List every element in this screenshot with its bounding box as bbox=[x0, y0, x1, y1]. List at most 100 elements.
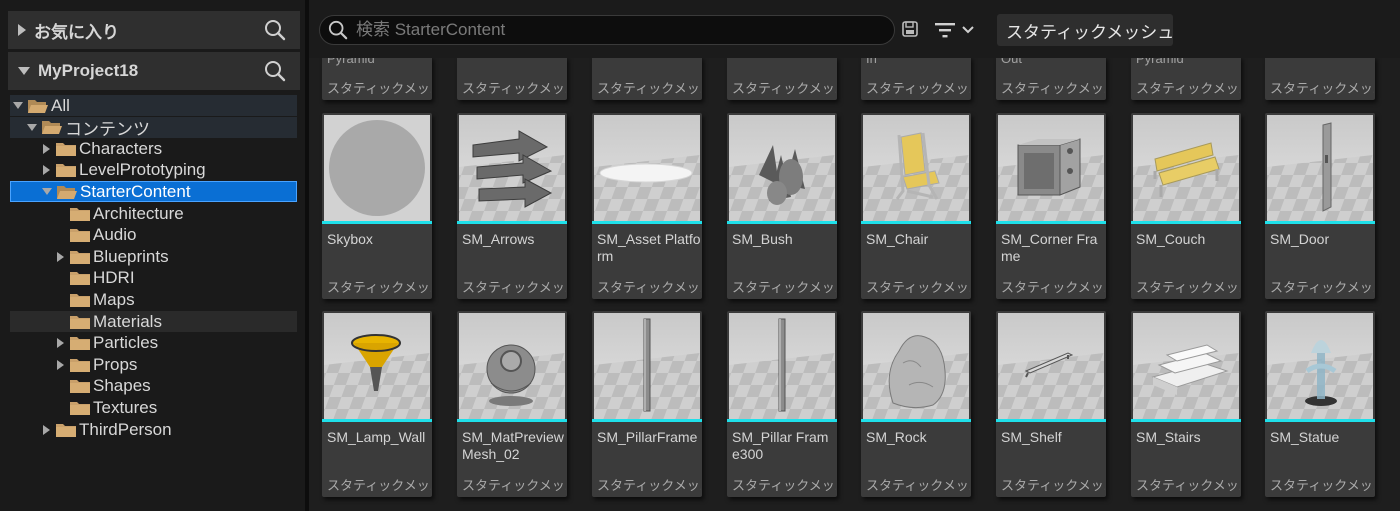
asset-tile[interactable]: SM_Asset Platform スタティックメッ... bbox=[592, 113, 702, 299]
tree-item[interactable]: Materials bbox=[10, 311, 297, 332]
folder-icon bbox=[69, 227, 91, 243]
asset-tile[interactable]: スタティックメッ... bbox=[457, 58, 567, 100]
asset-tile[interactable]: スタティックメッ... bbox=[592, 58, 702, 100]
lamp-thumbnail bbox=[324, 313, 430, 419]
asset-tile[interactable]: SM_PillarFrame スタティックメッ... bbox=[592, 311, 702, 497]
search-icon[interactable] bbox=[264, 19, 286, 41]
search-icon[interactable] bbox=[264, 60, 286, 82]
asset-tile[interactable]: SM_Bush スタティックメッ... bbox=[727, 113, 837, 299]
collapse-arrow-icon[interactable] bbox=[54, 359, 66, 371]
save-search-icon[interactable] bbox=[901, 20, 919, 38]
tree-item[interactable]: LevelPrototyping bbox=[10, 160, 297, 181]
folder-open-icon bbox=[56, 184, 78, 200]
asset-tile[interactable]: Pyramid スタティックメッ... bbox=[322, 58, 432, 100]
expand-arrow-icon[interactable] bbox=[18, 67, 30, 75]
project-title: MyProject18 bbox=[38, 61, 139, 80]
asset-type-color-bar bbox=[996, 419, 1106, 422]
expand-arrow-icon[interactable] bbox=[12, 100, 24, 112]
asset-type-color-bar bbox=[457, 419, 567, 422]
asset-tile[interactable]: In スタティックメッ... bbox=[861, 58, 971, 100]
asset-type-label: スタティックメッ... bbox=[1270, 478, 1374, 493]
tree-item[interactable]: Maps bbox=[10, 289, 297, 310]
tree-item[interactable]: All bbox=[10, 95, 297, 116]
folder-icon bbox=[55, 141, 77, 157]
expand-arrow-icon[interactable] bbox=[41, 186, 53, 198]
asset-tile[interactable]: SM_Stairs スタティックメッ... bbox=[1131, 311, 1241, 497]
asset-tile[interactable]: SM_Rock スタティックメッ... bbox=[861, 311, 971, 497]
asset-type-color-bar bbox=[996, 221, 1106, 224]
asset-tile[interactable]: SM_MatPreview Mesh_02 スタティックメッ... bbox=[457, 311, 567, 497]
asset-type-color-bar bbox=[727, 419, 837, 422]
tree-item[interactable]: Props bbox=[10, 354, 297, 375]
asset-tile[interactable]: SM_Chair スタティックメッ... bbox=[861, 113, 971, 299]
asset-type-label: スタティックメッ... bbox=[866, 478, 970, 493]
asset-name: SM_Lamp_Wall bbox=[327, 429, 426, 445]
folder-icon bbox=[55, 422, 77, 438]
tree-item[interactable]: Architecture bbox=[10, 203, 297, 224]
asset-tile[interactable]: SM_Shelf スタティックメッ... bbox=[996, 311, 1106, 497]
tree-item[interactable]: Particles bbox=[10, 333, 297, 354]
asset-tile[interactable]: Out スタティックメッ... bbox=[996, 58, 1106, 100]
asset-search-input[interactable] bbox=[356, 20, 876, 40]
collapse-arrow-icon[interactable] bbox=[18, 24, 26, 36]
asset-tile[interactable]: SM_Pillar Frame300 スタティックメッ... bbox=[727, 311, 837, 497]
asset-name: SM_Chair bbox=[866, 231, 929, 247]
folder-open-icon bbox=[27, 98, 49, 114]
asset-tile[interactable]: SM_Lamp_Wall スタティックメッ... bbox=[322, 311, 432, 497]
collapse-arrow-icon[interactable] bbox=[40, 164, 52, 176]
asset-type-label: スタティックメッ... bbox=[732, 280, 836, 295]
tree-item[interactable]: Textures bbox=[10, 397, 297, 418]
expand-arrow-icon[interactable] bbox=[26, 121, 38, 133]
collapse-arrow-icon[interactable] bbox=[54, 337, 66, 349]
tree-item[interactable]: ThirdPerson bbox=[10, 419, 297, 440]
project-header[interactable]: MyProject18 bbox=[8, 52, 300, 90]
tree-item[interactable]: コンテンツ bbox=[10, 116, 297, 139]
door-thumbnail bbox=[1267, 115, 1373, 221]
asset-type-color-bar bbox=[1265, 221, 1375, 224]
tree-item-label: LevelPrototyping bbox=[79, 160, 206, 180]
chevron-down-icon bbox=[962, 26, 974, 34]
sphere-thumbnail bbox=[324, 115, 430, 221]
shelf-thumbnail bbox=[998, 313, 1104, 419]
folder-icon bbox=[69, 400, 91, 416]
asset-tile[interactable]: SM_Corner Frame スタティックメッ... bbox=[996, 113, 1106, 299]
search-icon bbox=[328, 20, 348, 40]
pillar-thumbnail bbox=[594, 313, 700, 419]
corner-frame-thumbnail bbox=[998, 115, 1104, 221]
asset-tile[interactable]: SM_Door スタティックメッ... bbox=[1265, 113, 1375, 299]
asset-name: Out bbox=[1001, 58, 1022, 66]
asset-tile[interactable]: スタティックメッ... bbox=[727, 58, 837, 100]
collapse-arrow-icon[interactable] bbox=[54, 251, 66, 263]
tree-item[interactable]: Shapes bbox=[10, 376, 297, 397]
folder-tree: All コンテンツ Characters LevelPrototyping Starte… bbox=[8, 92, 300, 511]
asset-tile[interactable]: SM_Arrows スタティックメッ... bbox=[457, 113, 567, 299]
tree-item[interactable]: Audio bbox=[10, 225, 297, 246]
tree-item[interactable]: Blueprints bbox=[10, 246, 297, 267]
asset-tile[interactable]: Pyramid スタティックメッ... bbox=[1131, 58, 1241, 100]
asset-name: In bbox=[866, 58, 877, 66]
asset-tile[interactable]: Skybox スタティックメッ... bbox=[322, 113, 432, 299]
tree-item[interactable]: StarterContent bbox=[10, 181, 297, 203]
asset-search-box[interactable] bbox=[319, 15, 895, 45]
tree-item[interactable]: HDRI bbox=[10, 268, 297, 289]
asset-tile[interactable]: SM_Statue スタティックメッ... bbox=[1265, 311, 1375, 497]
bush-thumbnail bbox=[729, 115, 835, 221]
couch-thumbnail bbox=[1133, 115, 1239, 221]
asset-type-label: スタティックメッ... bbox=[1136, 478, 1240, 493]
tree-item[interactable]: Characters bbox=[10, 138, 297, 159]
asset-view: スタティックメッシュ Pyramid スタティックメッ... スタティックメッ...… bbox=[309, 0, 1400, 511]
folder-icon bbox=[69, 292, 91, 308]
asset-tile[interactable]: SM_Couch スタティックメッ... bbox=[1131, 113, 1241, 299]
asset-name: SM_Rock bbox=[866, 429, 927, 445]
filter-chip-static-mesh[interactable]: スタティックメッシュ bbox=[997, 14, 1174, 46]
tree-item-label: Props bbox=[93, 354, 138, 374]
asset-name: SM_Pillar Frame300 bbox=[732, 429, 829, 462]
collapse-arrow-icon[interactable] bbox=[40, 424, 52, 436]
filter-dropdown[interactable] bbox=[934, 20, 978, 40]
asset-tile[interactable]: スタティックメッ... bbox=[1265, 58, 1375, 100]
favorites-header[interactable]: お気に入り bbox=[8, 11, 300, 49]
stairs-thumbnail bbox=[1133, 313, 1239, 419]
collapse-arrow-icon[interactable] bbox=[40, 143, 52, 155]
